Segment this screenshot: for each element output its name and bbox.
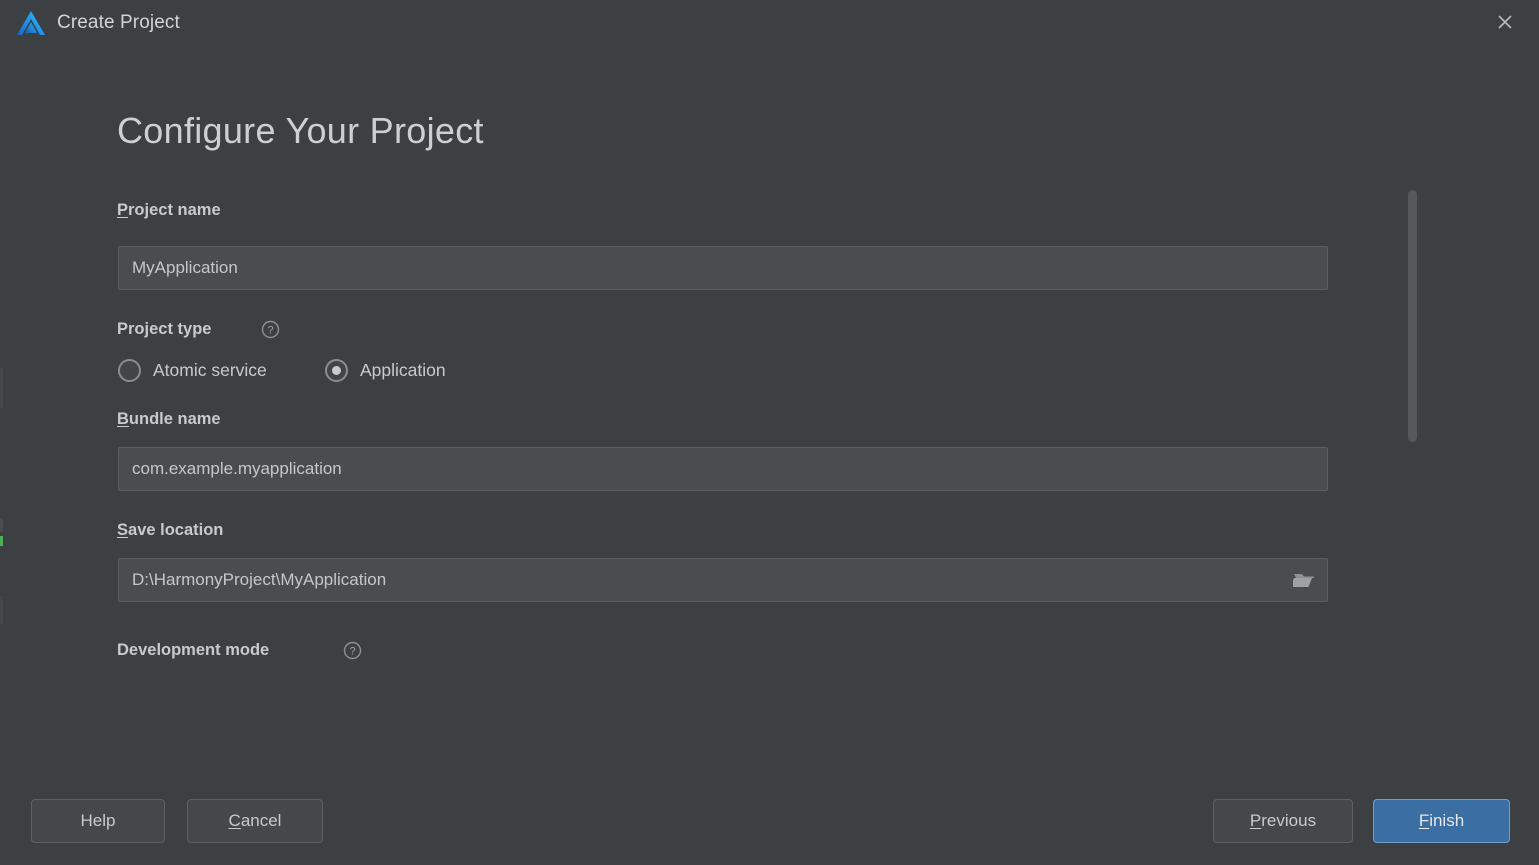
bundle-name-mnemonic: B xyxy=(117,410,129,428)
cancel-mnemonic: C xyxy=(229,811,241,830)
save-location-input[interactable]: D:\HarmonyProject\MyApplication xyxy=(118,558,1328,602)
radio-atomic-service[interactable]: Atomic service xyxy=(118,355,267,385)
bundle-name-input[interactable]: com.example.myapplication xyxy=(118,447,1328,491)
svg-text:?: ? xyxy=(349,646,355,658)
folder-open-icon[interactable] xyxy=(1289,565,1321,595)
project-name-label: Project name xyxy=(117,201,221,220)
radio-atomic-service-mark xyxy=(118,359,141,382)
create-project-dialog: Create Project Configure Your Project Pr… xyxy=(0,0,1539,865)
bundle-name-value: com.example.myapplication xyxy=(132,448,342,490)
finish-mnemonic: F xyxy=(1419,811,1429,830)
page-title: Configure Your Project xyxy=(117,110,484,152)
save-location-label-rest: ave location xyxy=(128,521,223,539)
background-window-edge-artifact xyxy=(0,536,3,546)
project-type-help-circle-icon[interactable]: ? xyxy=(261,320,280,339)
project-name-input[interactable]: MyApplication xyxy=(118,246,1328,290)
project-name-mnemonic: P xyxy=(117,201,128,219)
development-mode-help-circle-icon[interactable]: ? xyxy=(343,641,362,660)
previous-button-label: Previous xyxy=(1250,811,1316,831)
svg-text:?: ? xyxy=(267,325,273,337)
radio-atomic-service-label: Atomic service xyxy=(153,360,267,381)
previous-button[interactable]: Previous xyxy=(1213,799,1353,843)
form-scrollbar-thumb[interactable] xyxy=(1408,190,1417,442)
radio-application-mark xyxy=(325,359,348,382)
project-type-label: Project type xyxy=(117,320,211,339)
background-window-edge-artifact xyxy=(0,518,3,532)
help-button[interactable]: Help xyxy=(31,799,165,843)
bundle-name-label-rest: undle name xyxy=(129,410,221,428)
dialog-title-bar: Create Project xyxy=(0,0,1539,48)
save-location-mnemonic: S xyxy=(117,521,128,539)
background-window-edge-artifact xyxy=(0,368,3,408)
save-location-label: Save location xyxy=(117,521,223,540)
radio-application-label: Application xyxy=(360,360,446,381)
finish-button[interactable]: Finish xyxy=(1373,799,1510,843)
dialog-title: Create Project xyxy=(57,12,180,34)
cancel-button[interactable]: Cancel xyxy=(187,799,323,843)
save-location-value: D:\HarmonyProject\MyApplication xyxy=(132,559,386,601)
close-icon[interactable] xyxy=(1491,8,1519,36)
finish-button-label: Finish xyxy=(1419,811,1464,831)
project-name-label-rest: roject name xyxy=(128,201,221,219)
project-name-value: MyApplication xyxy=(132,247,238,289)
radio-application[interactable]: Application xyxy=(325,355,446,385)
deveco-studio-logo-icon xyxy=(16,10,46,38)
development-mode-label: Development mode xyxy=(117,641,269,660)
background-window-edge-artifact xyxy=(0,596,3,624)
bundle-name-label: Bundle name xyxy=(117,410,221,429)
previous-mnemonic: P xyxy=(1250,811,1261,830)
cancel-button-label: Cancel xyxy=(229,811,282,831)
